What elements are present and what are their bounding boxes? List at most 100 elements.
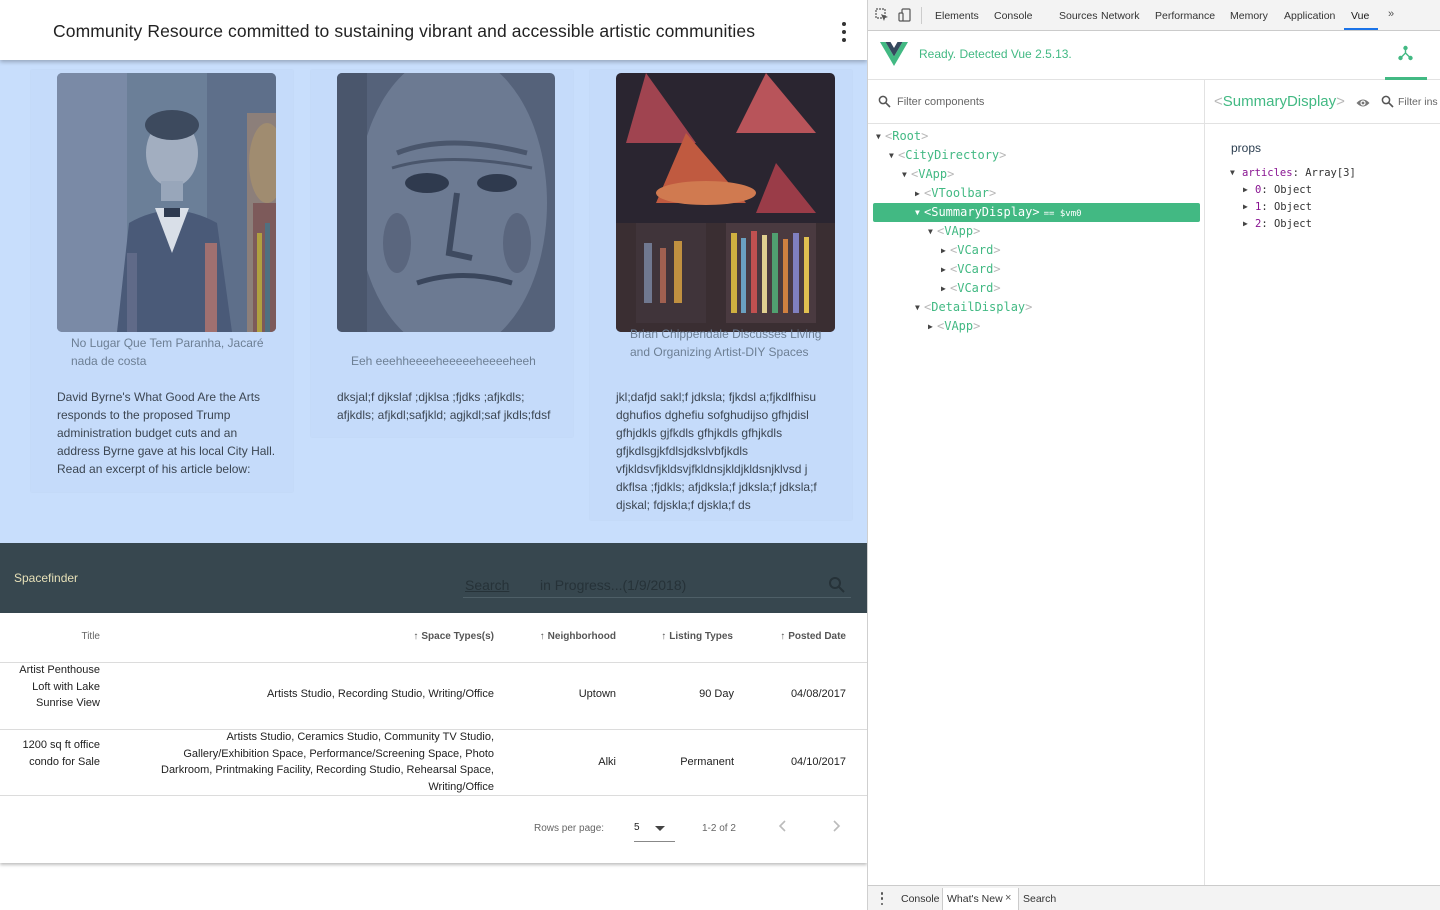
prop-item-row[interactable]: ▶ 2: Object <box>1243 215 1312 233</box>
tree-node-summarydisplay[interactable]: ▼ <SummaryDisplay> == $vm0 <box>873 203 1200 222</box>
active-tab-indicator <box>1344 28 1378 30</box>
prop-item-row[interactable]: ▶ 0: Object <box>1243 181 1312 199</box>
tab-vue[interactable]: Vue <box>1351 10 1369 22</box>
article-card[interactable]: Brian Chippendale Discusses Living and O… <box>590 70 852 520</box>
vm-ref-label: == $vm0 <box>1043 209 1082 219</box>
tree-node-vapp[interactable]: ▼ <VApp> <box>902 165 954 184</box>
component-inspector-pane: <SummaryDisplay> props ▼articles: Array[… <box>1205 80 1440 885</box>
search-icon <box>1381 95 1394 108</box>
cell-posted-date: 04/08/2017 <box>790 688 846 700</box>
prop-item-row[interactable]: ▶ 1: Object <box>1243 198 1312 216</box>
cell-space-types: Artists Studio, Recording Studio, Writin… <box>266 688 494 700</box>
tab-performance[interactable]: Performance <box>1155 10 1215 22</box>
search-input[interactable]: Search <box>465 577 509 593</box>
tree-node-vapp[interactable]: ▶ <VApp> <box>928 317 980 336</box>
triangle-right-icon[interactable]: ▶ <box>928 317 937 336</box>
triangle-down-icon[interactable]: ▼ <box>915 298 924 317</box>
inspect-element-icon[interactable] <box>875 8 889 22</box>
inspector-header: <SummaryDisplay> <box>1205 80 1440 124</box>
spacefinder-title: Spacefinder <box>14 571 79 585</box>
column-header-space-types[interactable]: ↑ Space Types(s) <box>380 631 494 642</box>
device-toolbar-icon[interactable] <box>898 8 912 22</box>
tree-node-detaildisplay[interactable]: ▼ <DetailDisplay> <box>915 298 1032 317</box>
article-caption: No Lugar Que Tem Paranha, Jacaré nada de… <box>71 336 264 368</box>
cell-neighborhood: Uptown <box>578 688 616 700</box>
triangle-down-icon[interactable]: ▼ <box>902 165 911 184</box>
divider <box>0 795 867 796</box>
filter-inspector-input[interactable] <box>1398 93 1440 111</box>
article-caption: Eeh eeehheeeeheeeeeheeeeheeh <box>351 354 536 368</box>
tree-node-vapp[interactable]: ▼ <VApp> <box>928 222 980 241</box>
column-header-listing-types[interactable]: ↑ Listing Types <box>630 631 733 642</box>
column-header-posted-date[interactable]: ↑ Posted Date <box>750 631 846 642</box>
spacefinder-toolbar: Spacefinder <box>0 543 867 613</box>
summary-display: No Lugar Que Tem Paranha, Jacaré nada de… <box>0 60 867 543</box>
triangle-right-icon[interactable]: ▶ <box>915 184 924 203</box>
vue-status-text: Ready. Detected Vue 2.5.13. <box>919 47 1072 61</box>
tab-elements[interactable]: Elements <box>935 10 979 22</box>
tree-node-citydirectory[interactable]: ▼ <CityDirectory> <box>889 146 1006 165</box>
tab-memory[interactable]: Memory <box>1230 10 1268 22</box>
next-page-button[interactable] <box>829 818 843 834</box>
cell-posted-date: 04/10/2017 <box>790 756 846 768</box>
prev-page-button[interactable] <box>776 818 790 834</box>
triangle-down-icon[interactable]: ▼ <box>928 222 937 241</box>
article-summary: dksjal;f djkslaf ;djklsa ;fjdks ;afjkdls… <box>337 390 551 422</box>
tab-network[interactable]: Network <box>1101 10 1140 22</box>
cell-listing-type: Permanent <box>680 756 734 768</box>
triangle-down-icon: ▼ <box>1230 168 1235 177</box>
article-photo-portrait-man <box>57 73 276 332</box>
triangle-right-icon: ▶ <box>1243 185 1248 194</box>
divider <box>0 662 867 663</box>
triangle-down-icon[interactable]: ▼ <box>915 203 924 222</box>
components-tab-icon[interactable] <box>1398 45 1413 61</box>
tree-node-root[interactable]: ▼ <Root> <box>876 127 928 146</box>
tree-node-vcard[interactable]: ▶ <VCard> <box>941 241 1001 260</box>
triangle-right-icon[interactable]: ▶ <box>941 241 950 260</box>
selected-component-name: <SummaryDisplay> <box>1214 93 1345 110</box>
rows-per-page-select[interactable]: 5 <box>634 813 675 842</box>
triangle-down-icon[interactable]: ▼ <box>876 127 885 146</box>
close-icon[interactable]: × <box>1005 892 1011 904</box>
app-page: Community Resource committed to sustaini… <box>0 0 867 910</box>
cell-space-types: Artists Studio, Ceramics Studio, Communi… <box>161 731 494 793</box>
divider <box>921 7 922 24</box>
eye-icon[interactable] <box>1356 96 1370 108</box>
cell-title: 1200 sq ft office condo for Sale <box>22 739 100 768</box>
article-card[interactable]: Eeh eeehheeeeheeeeeheeeeheeh dksjal;f dj… <box>311 70 573 437</box>
rows-per-page-label: Rows per page: <box>534 823 605 834</box>
chevron-down-icon <box>655 826 665 831</box>
column-header-neighborhood[interactable]: ↑ Neighborhood <box>510 631 616 642</box>
triangle-right-icon: ▶ <box>1243 219 1248 228</box>
tab-application[interactable]: Application <box>1284 10 1335 22</box>
article-photo-lamps <box>616 73 835 332</box>
prop-row-articles[interactable]: ▼ articles: Array[3] <box>1230 164 1356 182</box>
tab-sources[interactable]: Sources <box>1059 10 1098 22</box>
drawer-tab-console[interactable]: Console <box>901 893 940 905</box>
tree-node-vcard[interactable]: ▶ <VCard> <box>941 260 1001 279</box>
sort-arrow-icon: ↑ <box>661 631 667 642</box>
tree-node-vcard[interactable]: ▶ <VCard> <box>941 279 1001 298</box>
triangle-right-icon[interactable]: ▶ <box>941 260 950 279</box>
search-icon[interactable] <box>828 576 846 594</box>
filter-components-input[interactable] <box>897 93 1187 111</box>
triangle-down-icon[interactable]: ▼ <box>889 146 898 165</box>
component-tree-pane: ▼<Root>▼<CityDirectory>▼<VApp>▶<VToolbar… <box>868 80 1205 885</box>
tree-node-vtoolbar[interactable]: ▶ <VToolbar> <box>915 184 996 203</box>
page-title: Community Resource committed to sustaini… <box>53 21 756 41</box>
triangle-right-icon: ▶ <box>1243 202 1248 211</box>
article-photo-old-man <box>337 73 555 332</box>
drawer-menu-icon[interactable] <box>880 892 884 905</box>
sort-arrow-icon: ↑ <box>780 631 786 642</box>
component-filter-bar <box>868 80 1205 124</box>
more-tabs-icon[interactable]: » <box>1388 8 1394 20</box>
drawer-tab-search[interactable]: Search <box>1023 893 1056 905</box>
article-card[interactable]: No Lugar Que Tem Paranha, Jacaré nada de… <box>31 70 293 492</box>
cell-neighborhood: Alki <box>598 756 616 768</box>
props-section-label: props <box>1231 141 1262 155</box>
more-menu-icon[interactable] <box>836 22 852 42</box>
rows-per-page-value: 5 <box>634 822 640 833</box>
triangle-right-icon[interactable]: ▶ <box>941 279 950 298</box>
column-header-title[interactable]: Title <box>40 631 100 642</box>
tab-console[interactable]: Console <box>994 10 1033 22</box>
